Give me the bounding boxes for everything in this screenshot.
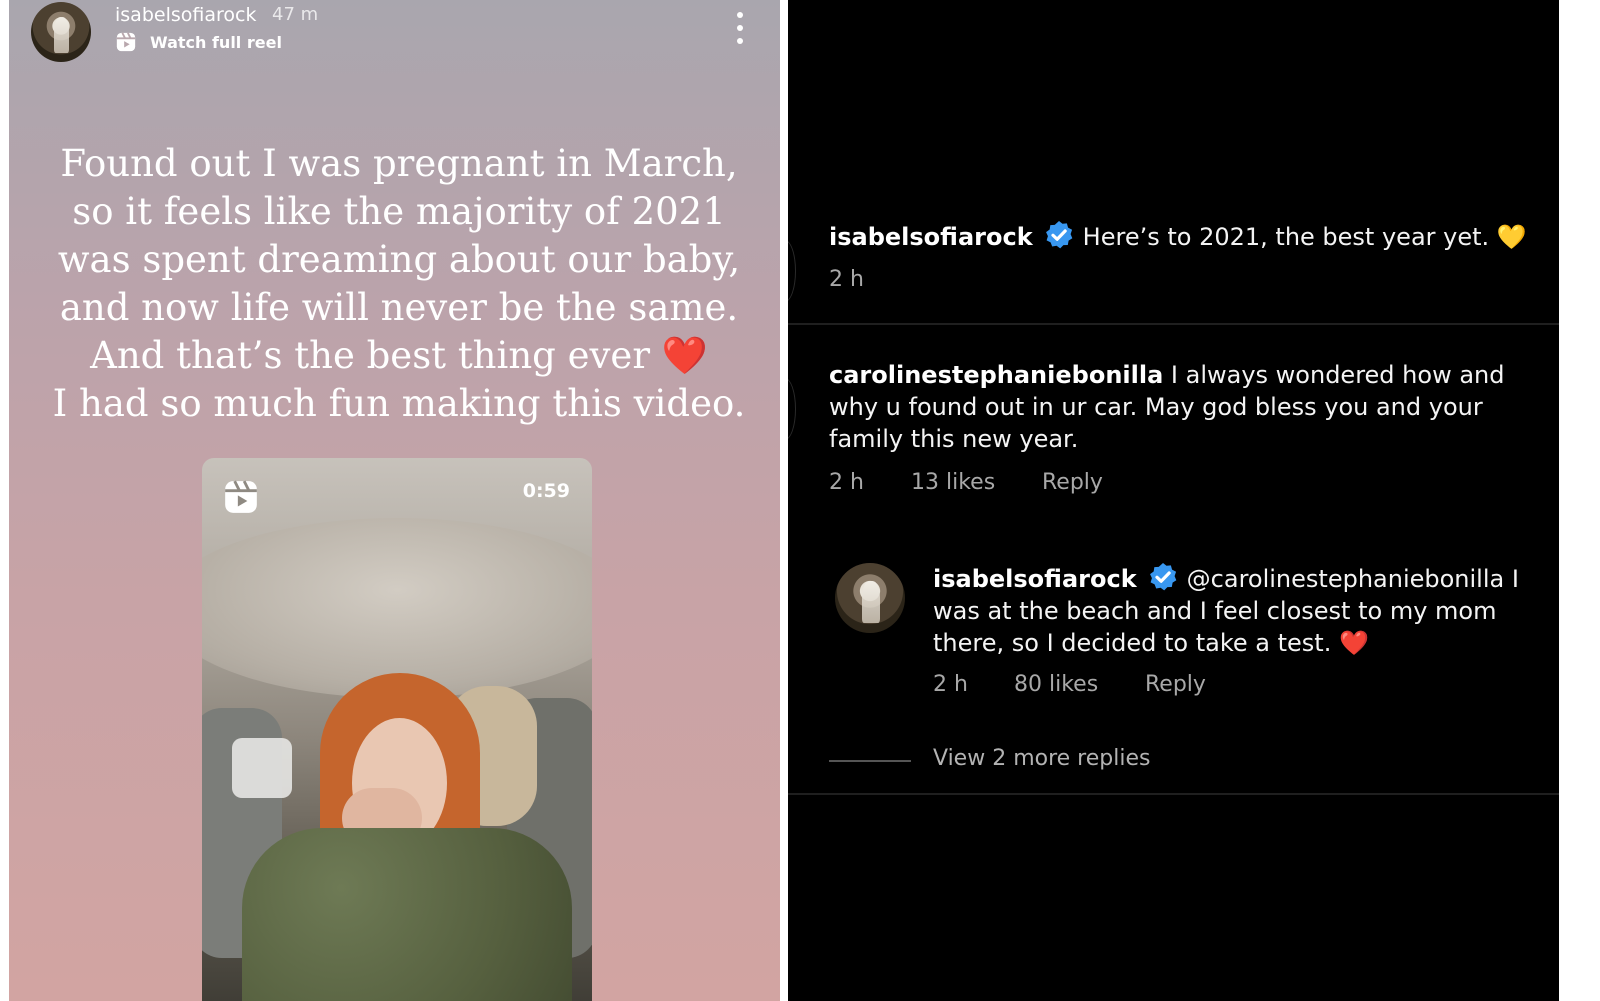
reply-avatar[interactable] <box>835 563 905 633</box>
comment-username[interactable]: isabelsofiarock <box>933 565 1137 593</box>
story-header: isabelsofiarock 47 m Watch full reel <box>9 0 780 70</box>
reply-button[interactable]: Reply <box>1145 672 1206 697</box>
caption-line-with-heart: And that’s the best thing ever ❤️ <box>49 332 749 380</box>
story-time: 47 m <box>272 4 319 25</box>
caption-line: I had so much fun making this video. <box>52 382 746 425</box>
comment-likes[interactable]: 80 likes <box>1014 672 1098 697</box>
comment-time: 2 h <box>933 672 968 697</box>
reel-play-icon <box>225 480 257 513</box>
caption-line: was spent dreaming about our baby, <box>57 238 741 281</box>
story-panel: isabelsofiarock 47 m Watch full reel Fou… <box>9 0 780 1001</box>
reply-meta: 2 h 80 likes Reply <box>933 672 1333 702</box>
comment-meta: 2 h 13 likes Reply <box>829 470 1229 500</box>
comment-text: Here’s to 2021, the best year yet. <box>1082 223 1490 251</box>
caption-line: so it feels like the majority of 2021 <box>72 190 726 233</box>
comment-username[interactable]: isabelsofiarock <box>829 223 1033 251</box>
reel-icon <box>116 32 136 52</box>
story-caption: Found out I was pregnant in March, so it… <box>49 140 749 428</box>
caption-line: And that’s the best thing ever <box>90 334 651 377</box>
reply-comment: isabelsofiarock @carolinestephaniebonill… <box>933 561 1553 659</box>
more-options-button[interactable] <box>727 10 753 46</box>
person-jacket <box>242 828 572 1001</box>
panel-divider <box>780 0 788 1001</box>
caption-comment: isabelsofiarock Here’s to 2021, the best… <box>829 219 1549 253</box>
reply-button[interactable]: Reply <box>1042 470 1103 495</box>
car-window <box>232 738 292 798</box>
clipped-avatar-edge <box>788 240 796 302</box>
caption-line: and now life will never be the same. <box>59 286 739 329</box>
comment: carolinestephaniebonilla I always wonder… <box>829 359 1544 455</box>
verified-badge-icon <box>1149 563 1177 591</box>
red-heart-emoji: ❤️ <box>1338 629 1369 657</box>
clipped-avatar-edge <box>788 378 796 440</box>
separator <box>788 323 1559 325</box>
watch-full-reel-link[interactable]: Watch full reel <box>150 33 282 52</box>
caption-meta: 2 h <box>829 267 929 297</box>
yellow-heart-emoji: 💛 <box>1496 223 1527 251</box>
reel-preview-thumbnail[interactable]: 0:59 <box>202 458 592 1001</box>
view-replies-line <box>829 760 911 762</box>
verified-badge-icon <box>1045 221 1073 249</box>
story-username[interactable]: isabelsofiarock <box>115 4 256 26</box>
red-heart-emoji: ❤️ <box>661 334 708 377</box>
comment-likes[interactable]: 13 likes <box>911 470 995 495</box>
car-roof <box>202 518 592 698</box>
comment-time: 2 h <box>829 470 864 495</box>
view-more-replies-button[interactable]: View 2 more replies <box>933 746 1150 771</box>
comment-username[interactable]: carolinestephaniebonilla <box>829 361 1163 389</box>
reel-duration: 0:59 <box>522 480 570 502</box>
separator <box>788 793 1559 795</box>
story-avatar[interactable] <box>31 2 91 62</box>
caption-line: Found out I was pregnant in March, <box>60 142 738 185</box>
comments-panel: isabelsofiarock Here’s to 2021, the best… <box>788 0 1559 1001</box>
comment-time: 2 h <box>829 267 864 292</box>
